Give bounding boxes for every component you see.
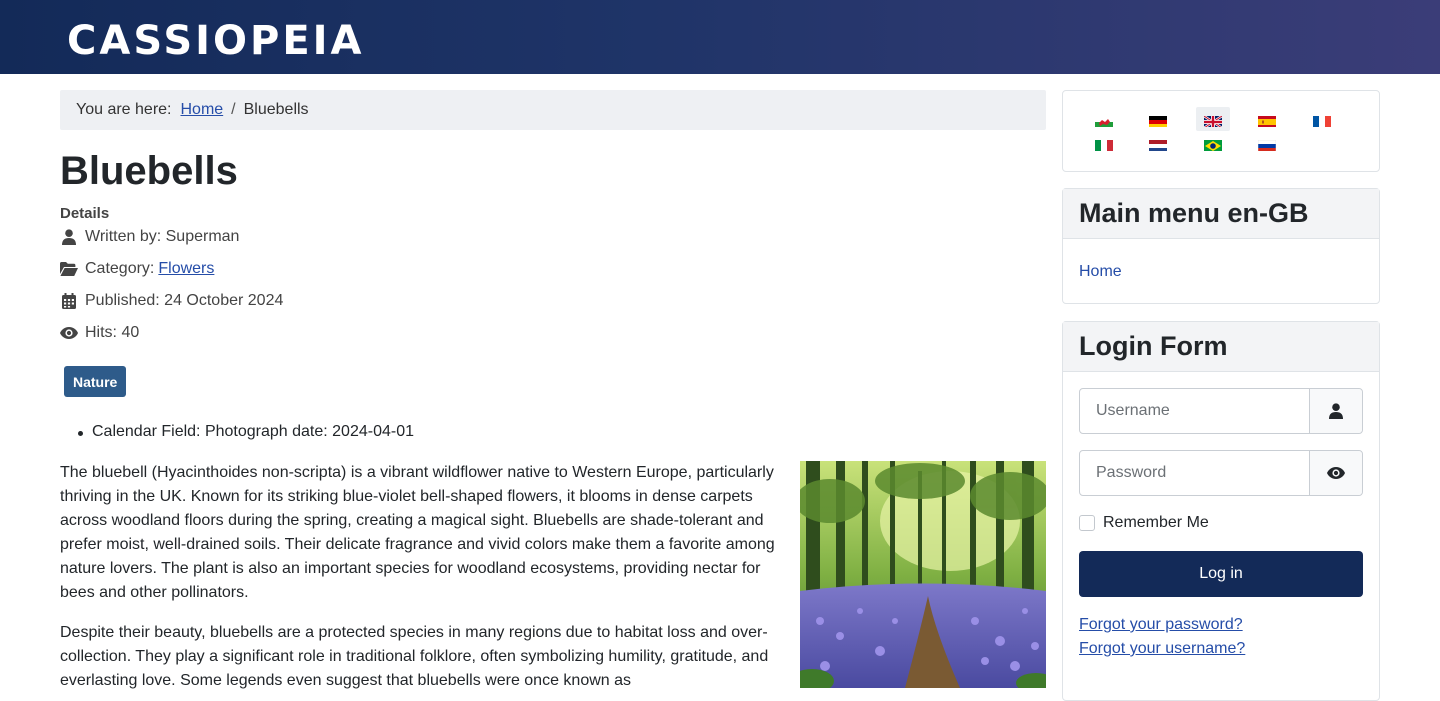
published-text: Published: 24 October 2024 [85,292,284,309]
site-brand-logo[interactable]: CASSIOPEIA [67,19,365,63]
breadcrumb-home-link[interactable]: Home [180,101,223,119]
breadcrumb-current: Bluebells [243,101,309,118]
page-title: Bluebells [60,149,238,193]
flag-russian-icon[interactable] [1258,139,1276,151]
article-paragraph-2: Despite their beauty, bluebells are a pr… [60,624,769,689]
article-paragraph-1: The bluebell (Hyacinthoides non-scripta)… [60,464,775,601]
password-input-group: Password [1079,450,1363,496]
flag-french-icon[interactable] [1313,115,1331,127]
language-switcher [1062,90,1380,172]
username-input-group: Username [1079,388,1363,434]
remember-me-checkbox[interactable] [1079,515,1095,531]
flag-german-icon[interactable] [1149,115,1167,127]
username-input[interactable]: Username [1080,389,1309,433]
main-menu-module: Main menu en-GB Home [1062,188,1380,304]
breadcrumb: You are here: Home / Bluebells [60,90,1046,130]
remember-me[interactable]: Remember Me [1079,514,1209,532]
details-heading: Details [60,205,110,222]
flag-uk-icon[interactable] [1204,115,1222,127]
hits-text: Hits: 40 [85,324,140,341]
login-button[interactable]: Log in [1079,551,1363,597]
custom-field-item: Calendar Field: Photograph date: 2024-04… [78,423,414,440]
meta-published: Published: 24 October 2024 [60,292,283,310]
category-link[interactable]: Flowers [158,260,214,278]
tag-nature[interactable]: Nature [64,366,127,397]
meta-hits: Hits: 40 [60,324,139,342]
forgot-password-link[interactable]: Forgot your password? [1079,616,1243,634]
login-form-module: Login Form Username Password Remember Me… [1062,321,1380,701]
flag-dutch-icon[interactable] [1149,139,1167,151]
user-icon [60,228,78,246]
main-menu-title: Main menu en-GB [1063,189,1379,239]
user-icon [1309,389,1362,433]
forgot-username-link[interactable]: Forgot your username? [1079,640,1245,658]
show-password-eye-icon[interactable] [1309,451,1362,495]
flag-italian-icon[interactable] [1095,139,1113,151]
meta-author: Written by: Superman [60,228,239,246]
eye-icon [60,324,78,342]
category-label: Category: [85,260,155,277]
breadcrumb-separator: / [231,101,236,118]
breadcrumb-prefix: You are here: [76,101,172,118]
article-image-bluebell-woodland [800,461,1046,688]
author-text: Written by: Superman [85,228,240,245]
login-form-title: Login Form [1063,322,1379,372]
remember-me-label: Remember Me [1103,514,1209,531]
folder-open-icon [60,260,78,278]
site-header: CASSIOPEIA [0,0,1440,74]
main-menu-item-home[interactable]: Home [1079,263,1122,281]
password-input[interactable]: Password [1080,451,1309,495]
flag-brazil-icon[interactable] [1204,139,1222,151]
flag-spanish-icon[interactable] [1258,115,1276,127]
flag-welsh-icon[interactable] [1095,115,1113,127]
calendar-icon [60,292,78,310]
meta-category: Category: Flowers [60,260,214,278]
